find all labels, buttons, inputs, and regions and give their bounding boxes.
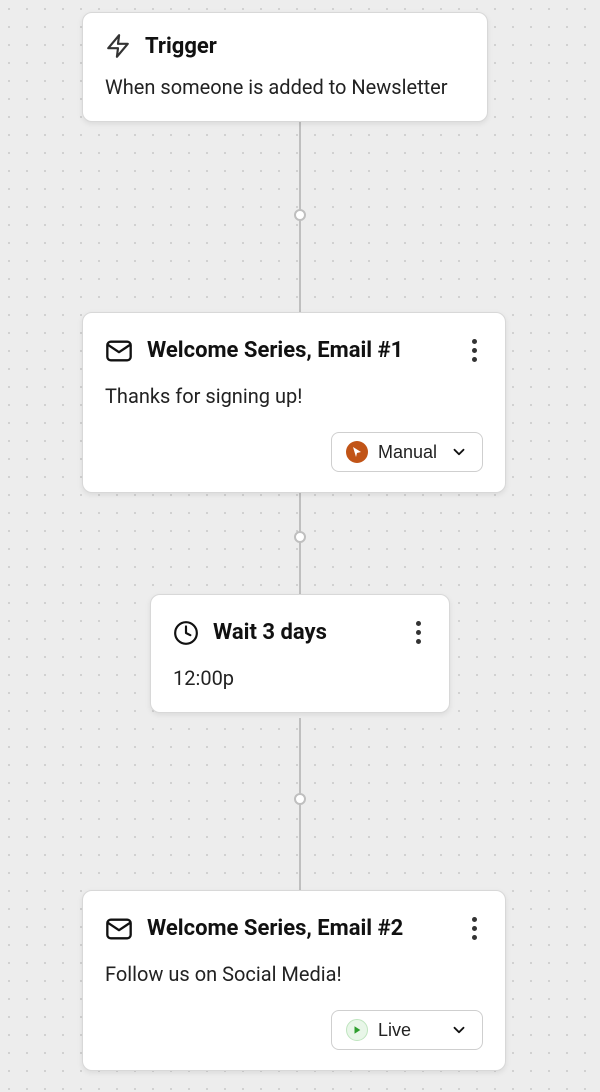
connector-add-dot[interactable] [294,209,306,221]
email-step-card[interactable]: Welcome Series, Email #1 Thanks for sign… [82,312,506,493]
status-dropdown[interactable]: Live [331,1010,483,1050]
status-dropdown[interactable]: Manual [331,432,483,472]
cursor-icon [346,441,368,463]
wait-step-card[interactable]: Wait 3 days 12:00p [150,594,450,713]
wait-time: 12:00p [173,664,427,692]
envelope-icon [105,337,133,365]
email-subject: Thanks for signing up! [105,382,483,410]
connector-line [299,718,301,898]
wait-title: Wait 3 days [213,620,396,645]
more-menu-button[interactable] [466,333,483,368]
more-menu-button[interactable] [466,911,483,946]
trigger-card[interactable]: Trigger When someone is added to Newslet… [82,12,488,122]
email-subject: Follow us on Social Media! [105,960,483,988]
email-title: Welcome Series, Email #1 [147,338,452,363]
clock-icon [173,620,199,646]
more-menu-button[interactable] [410,615,427,650]
connector-line [299,122,301,320]
lightning-icon [105,33,131,59]
trigger-title: Trigger [145,34,465,59]
connector-add-dot[interactable] [294,793,306,805]
status-label: Manual [378,442,440,463]
automation-canvas[interactable]: Trigger When someone is added to Newslet… [0,0,600,1092]
envelope-icon [105,915,133,943]
email-title: Welcome Series, Email #2 [147,916,452,941]
connector-add-dot[interactable] [294,531,306,543]
trigger-description: When someone is added to Newsletter [105,73,465,101]
play-icon [346,1019,368,1041]
chevron-down-icon [450,443,468,461]
status-label: Live [378,1020,440,1041]
email-step-card[interactable]: Welcome Series, Email #2 Follow us on So… [82,890,506,1071]
chevron-down-icon [450,1021,468,1039]
